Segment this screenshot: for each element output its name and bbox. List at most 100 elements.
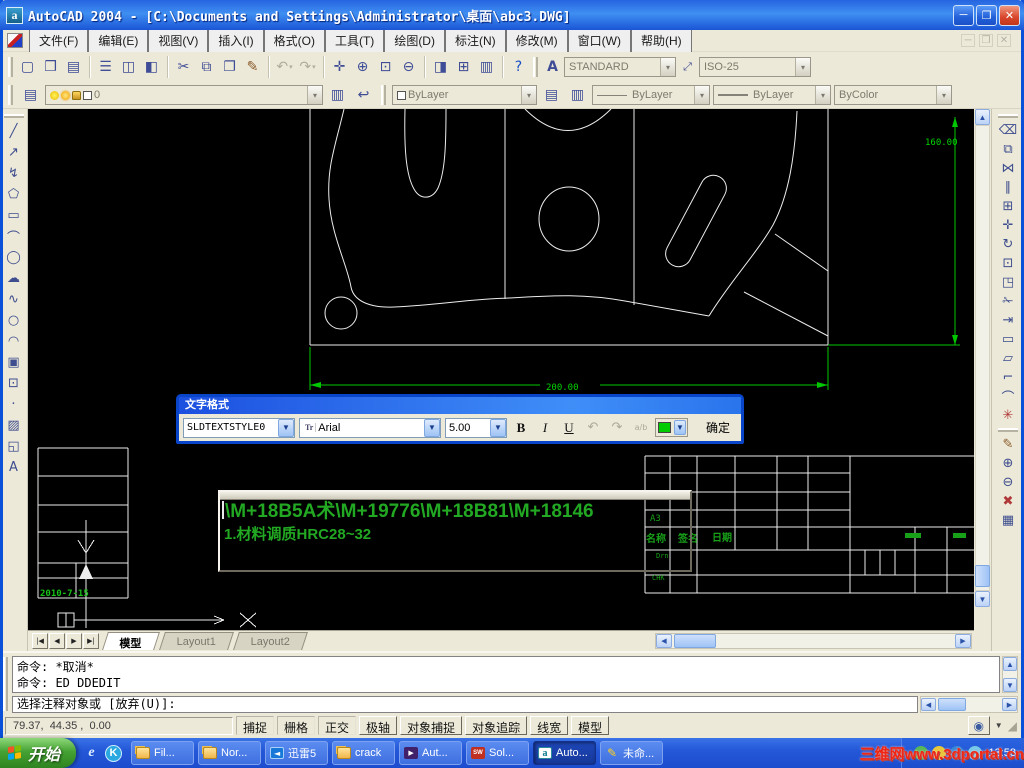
layer-combo[interactable]: 0 ▾ xyxy=(45,85,323,105)
close-reference-button[interactable]: ✖ xyxy=(997,492,1019,511)
print-button[interactable]: ☰ xyxy=(94,56,117,79)
region-button[interactable]: ◱ xyxy=(3,436,25,457)
break-button[interactable]: ▱ xyxy=(997,349,1019,368)
menu-item[interactable]: 标注(N) xyxy=(444,27,506,54)
toggle-lineweight[interactable]: 线宽 xyxy=(530,716,569,735)
text-style-combo[interactable]: STANDARD ▾ xyxy=(564,57,676,77)
close-button[interactable]: ✕ xyxy=(999,4,1020,26)
toggle-polar[interactable]: 极轴 xyxy=(359,716,398,735)
chevron-down-icon[interactable]: ▾ xyxy=(521,86,536,104)
chamfer-button[interactable]: ⌐ xyxy=(997,368,1019,387)
minimize-button[interactable]: ─ xyxy=(953,4,974,26)
redo-icon[interactable]: ↷ xyxy=(607,420,627,435)
task-crack[interactable]: crack xyxy=(332,741,396,765)
internet-explorer-icon[interactable]: e xyxy=(83,745,100,762)
chevron-down-icon[interactable]: ▼ xyxy=(278,418,294,437)
menu-item[interactable]: 格式(O) xyxy=(263,27,325,54)
make-block-button[interactable]: ⊡ xyxy=(3,373,25,394)
toolbar-grip[interactable] xyxy=(998,114,1018,118)
chevron-down-icon[interactable]: ▾ xyxy=(815,86,830,104)
chevron-down-icon[interactable]: ▾ xyxy=(307,86,322,104)
construction-line-button[interactable]: ↗ xyxy=(3,142,25,163)
ok-button[interactable]: 确定 xyxy=(700,417,736,438)
communication-center-icon[interactable]: ◉ xyxy=(967,716,990,735)
layer-tool-button-1[interactable]: ▤ xyxy=(540,84,563,107)
scale-button[interactable]: ⊡ xyxy=(997,254,1019,273)
zoom-previous-button[interactable]: ⊖ xyxy=(397,56,420,79)
tab-nav-button[interactable]: ▶ xyxy=(66,633,82,649)
tab-layout2[interactable]: Layout2 xyxy=(233,632,309,650)
layer-on-icon[interactable] xyxy=(50,90,59,100)
tab-nav-button[interactable]: ▶| xyxy=(83,633,99,649)
save-reference-edits-button[interactable]: ▦ xyxy=(997,511,1019,530)
text-style-select[interactable]: SLDTEXTSTYLE0 ▼ xyxy=(183,417,295,438)
new-file-button[interactable]: ▢ xyxy=(16,56,39,79)
extend-button[interactable]: ⇥ xyxy=(997,311,1019,330)
task-nor[interactable]: Nor... xyxy=(198,741,262,765)
text-height-select[interactable]: 5.00 ▼ xyxy=(445,417,507,438)
menu-item[interactable]: 插入(I) xyxy=(208,27,264,54)
spline-button[interactable]: ∿ xyxy=(3,289,25,310)
plot-style-combo[interactable]: ByColor ▾ xyxy=(834,85,952,105)
layer-color-swatch[interactable] xyxy=(83,90,92,100)
scroll-right-icon[interactable]: ▶ xyxy=(955,634,971,648)
command-input[interactable]: 选择注释对象或 [放弃(U)]: xyxy=(12,696,918,713)
scroll-track[interactable] xyxy=(975,125,990,591)
linetype-combo[interactable]: ByLayer ▾ xyxy=(592,85,710,105)
chevron-down-icon[interactable]: ▼ xyxy=(490,418,506,437)
menu-item[interactable]: 文件(F) xyxy=(29,27,89,54)
command-history[interactable]: 命令: *取消* 命令: ED DDEDIT xyxy=(12,656,1000,693)
trim-button[interactable]: ✁ xyxy=(997,292,1019,311)
scroll-up-icon[interactable]: ▲ xyxy=(975,109,990,125)
insert-block-button[interactable]: ▣ xyxy=(3,352,25,373)
mtext-editor-ruler[interactable] xyxy=(220,492,690,500)
mtext-line-2[interactable]: 1.材料调质HRC28~32 xyxy=(220,523,690,544)
scroll-thumb[interactable] xyxy=(975,565,990,587)
task-xunlei5[interactable]: 迅雷5 xyxy=(265,741,329,765)
rotate-button[interactable]: ↻ xyxy=(997,235,1019,254)
menu-item[interactable]: 修改(M) xyxy=(505,27,568,54)
revision-cloud-button[interactable]: ☁ xyxy=(3,268,25,289)
resize-grip[interactable]: ◢ xyxy=(1008,719,1019,733)
stack-fraction-icon[interactable]: a/b xyxy=(631,423,651,432)
menu-item[interactable]: 工具(T) xyxy=(324,27,385,54)
text-color-select[interactable]: ▼ xyxy=(655,418,688,437)
lineweight-combo[interactable]: ByLayer ▾ xyxy=(713,85,831,105)
chevron-down-icon[interactable]: ▾ xyxy=(795,58,810,76)
redo-button[interactable]: ↷ xyxy=(296,56,319,79)
line-button[interactable]: ╱ xyxy=(3,121,25,142)
toolbar-grip[interactable] xyxy=(8,85,13,105)
remove-from-workset-button[interactable]: ⊖ xyxy=(997,473,1019,492)
italic-button[interactable]: I xyxy=(535,417,555,438)
rectangle-button[interactable]: ▭ xyxy=(3,205,25,226)
arc-button[interactable]: ⌒ xyxy=(3,226,25,247)
toolbar-grip[interactable] xyxy=(533,57,538,77)
command-scrollbar[interactable]: ▲ ▼ xyxy=(1002,656,1018,693)
scroll-down-icon[interactable]: ▼ xyxy=(975,591,990,607)
dialog-title-bar[interactable]: 文字格式 xyxy=(179,397,741,414)
start-button[interactable]: 开始 xyxy=(0,738,77,768)
toggle-osnap[interactable]: 对象捕捉 xyxy=(400,716,463,735)
vertical-scrollbar[interactable]: ▲ ▼ xyxy=(974,109,991,651)
circle-button[interactable]: ◯ xyxy=(3,247,25,268)
underline-button[interactable]: U xyxy=(559,417,579,438)
multiline-text-button[interactable]: A xyxy=(3,457,25,478)
hatch-button[interactable]: ▨ xyxy=(3,415,25,436)
polygon-button[interactable]: ⬠ xyxy=(3,184,25,205)
copy-button[interactable]: ⧉ xyxy=(195,56,218,79)
chevron-down-icon[interactable]: ▾ xyxy=(936,86,951,104)
toolbar-grip[interactable] xyxy=(998,428,1018,432)
menu-item[interactable]: 绘图(D) xyxy=(384,27,445,54)
command-hscrollbar[interactable]: ◀ ▶ xyxy=(920,696,1018,713)
chevron-down-icon[interactable]: ▾ xyxy=(694,86,709,104)
toggle-grid[interactable]: 栅格 xyxy=(277,716,316,735)
edit-reference-button[interactable]: ✎ xyxy=(997,435,1019,454)
command-window-grip[interactable] xyxy=(3,657,8,711)
coordinate-readout[interactable]: 79.37, 44.35 , 0.00 xyxy=(5,716,233,735)
color-combo[interactable]: ByLayer ▾ xyxy=(392,85,537,105)
match-properties-button[interactable]: ✎ xyxy=(241,56,264,79)
title-bar[interactable]: a AutoCAD 2004 - [C:\Documents and Setti… xyxy=(0,0,1024,30)
child-minimize-button[interactable]: ─ xyxy=(961,34,975,47)
menu-item[interactable]: 视图(V) xyxy=(148,27,209,54)
menu-item[interactable]: 窗口(W) xyxy=(567,27,631,54)
